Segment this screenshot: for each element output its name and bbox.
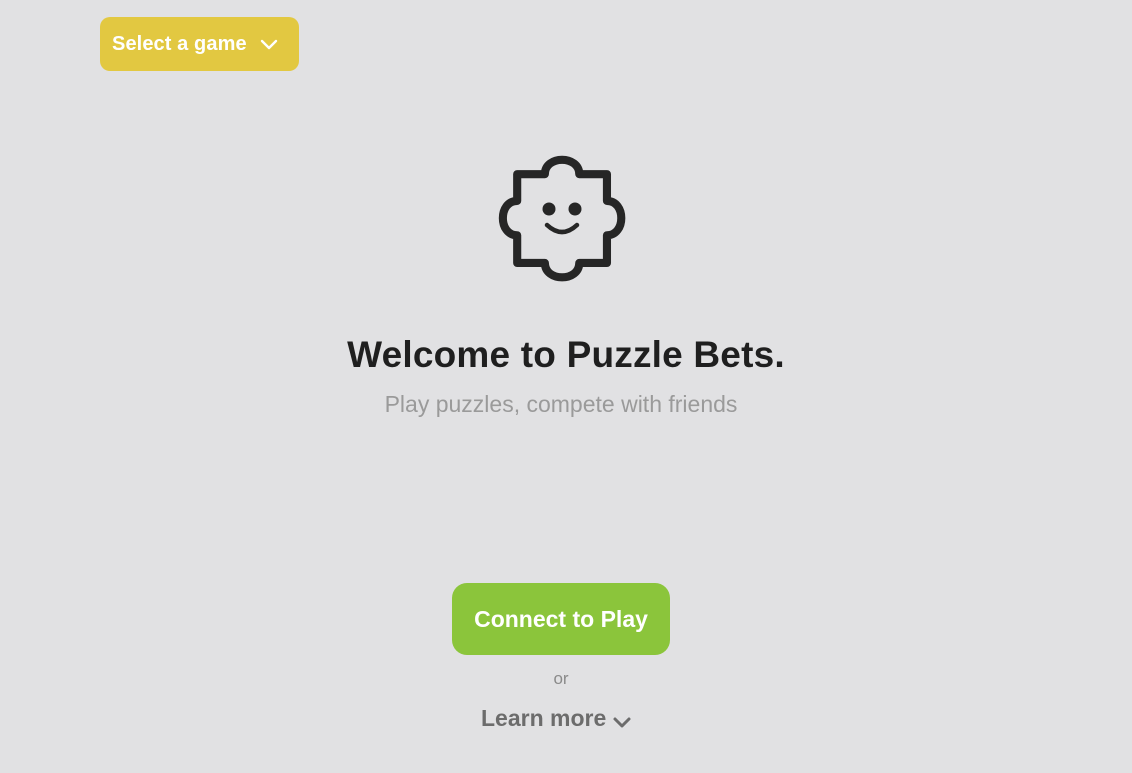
connect-to-play-button[interactable]: Connect to Play [452,583,670,655]
page-title: Welcome to Puzzle Bets. [347,334,785,375]
game-select-label: Select a game [112,32,247,55]
chevron-down-icon [259,37,279,51]
game-select-dropdown[interactable]: Select a game [100,17,299,71]
learn-more-link[interactable]: Learn more [481,705,632,732]
chevron-down-icon [612,715,632,729]
smiling-puzzle-piece-icon [497,153,627,284]
learn-more-label: Learn more [481,705,607,731]
page-subtitle: Play puzzles, compete with friends [384,391,738,417]
or-separator: or [553,669,569,688]
